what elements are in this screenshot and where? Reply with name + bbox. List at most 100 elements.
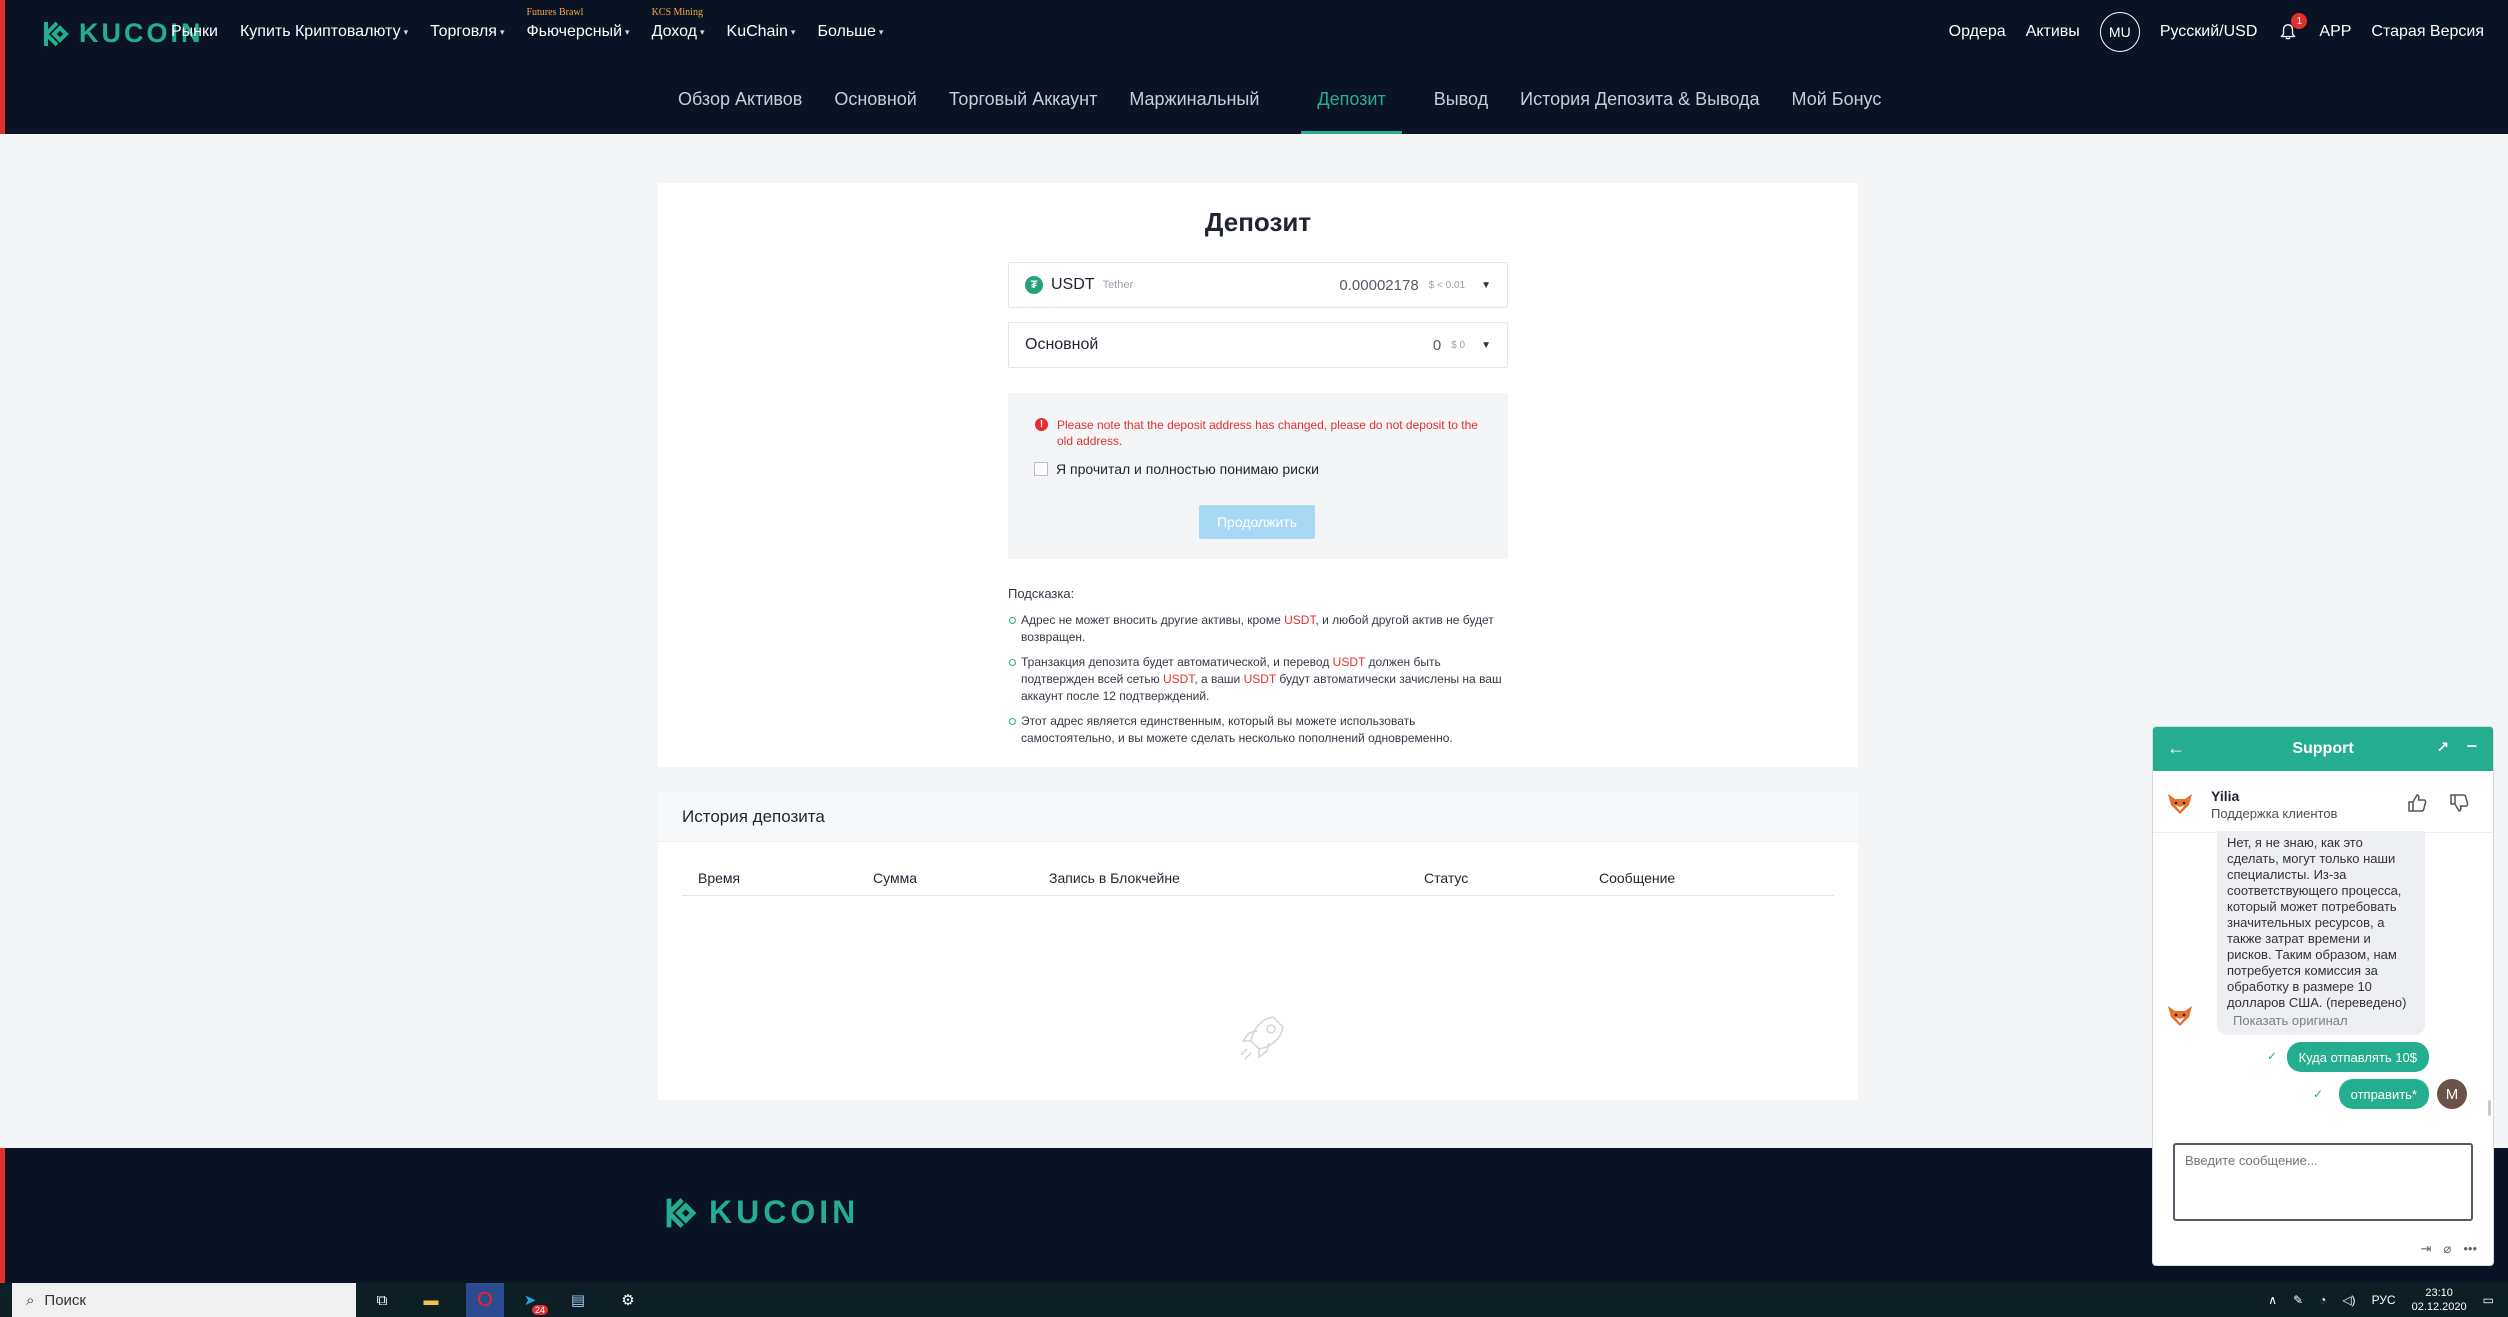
windows-taskbar: ⌕ Поиск ⧉ ▬ O ➤ 24 ▤ ⚙ ∧ ✎ ◔ ◁) РУС 23:10… — [0, 1283, 2508, 1317]
user-message: Куда отпавлять 10$ — [2286, 1042, 2429, 1072]
agent-role: Поддержка клиентов — [2211, 806, 2338, 821]
tray-chevron-up-icon[interactable]: ∧ — [2268, 1293, 2277, 1307]
task-view-icon[interactable]: ⧉ — [370, 1289, 394, 1311]
popout-icon[interactable]: ↗ — [2436, 738, 2449, 756]
tab-margin[interactable]: Маржинальный — [1129, 64, 1259, 134]
account-subnav: Обзор Активов Основной Торговый Аккаунт … — [0, 64, 2508, 134]
nav-old-version[interactable]: Старая Версия — [2371, 23, 2484, 41]
footer: KUCOIN — [0, 1148, 2508, 1283]
nav-assets[interactable]: Активы — [2026, 23, 2080, 41]
clock-time: 23:10 — [2425, 1287, 2453, 1299]
support-chat-widget: ← Support ↗ − Yilia Поддержка клиентов Н… — [2152, 726, 2494, 1266]
hint-coin: USDT — [1243, 672, 1277, 686]
page-title: Депозит — [1204, 207, 1312, 237]
nav-kuchain[interactable]: KuChain ▾ — [727, 23, 796, 41]
support-header: ← Support ↗ − — [2153, 727, 2493, 771]
nav-markets[interactable]: Рынки — [171, 23, 218, 41]
nav-buy-crypto-label: Купить Криптовалюту — [239, 23, 401, 40]
tab-assets-overview[interactable]: Обзор Активов — [678, 64, 802, 134]
continue-button[interactable]: Продолжить — [1199, 505, 1315, 539]
hint-title: Подсказка: — [1008, 586, 1075, 601]
chevron-down-icon: ▾ — [403, 26, 409, 37]
footer-logo[interactable]: KUCOIN — [663, 1194, 859, 1231]
account-selector[interactable]: Основной 0 $ 0 ▼ — [1008, 322, 1508, 368]
back-arrow-icon[interactable]: ← — [2167, 738, 2185, 759]
system-clock[interactable]: 23:10 02.12.2020 — [2412, 1286, 2467, 1314]
thumbs-down-icon[interactable] — [2447, 791, 2471, 815]
chat-message-input[interactable] — [2173, 1143, 2473, 1221]
user-nav: Ордера Активы MU Русский/USD 1 APP Стара… — [1949, 0, 2484, 64]
delivered-check-icon: ✓ — [2313, 1087, 2324, 1101]
taskbar-search[interactable]: ⌕ Поиск — [12, 1283, 356, 1317]
tab-withdraw[interactable]: Вывод — [1434, 64, 1488, 134]
coin-name: Tether — [1102, 279, 1134, 291]
tab-deposit[interactable]: Депозит — [1301, 64, 1403, 134]
opera-glyph: O — [477, 1288, 493, 1311]
nav-futures-promo: Futures Brawl — [526, 7, 584, 18]
thumbs-up-icon[interactable] — [2405, 791, 2429, 815]
system-tray: ∧ ✎ ◔ ◁) РУС 23:10 02.12.2020 ▭ — [2268, 1283, 2508, 1317]
volume-icon[interactable]: ◁) — [2342, 1293, 2355, 1307]
tab-main-account[interactable]: Основной — [834, 64, 917, 134]
tab-deposit-withdraw-history[interactable]: История Депозита & Вывода — [1520, 64, 1759, 134]
tether-icon: ₮ — [1025, 276, 1043, 294]
notifications-bell[interactable]: 1 — [2277, 13, 2308, 43]
notepad-icon[interactable]: ▤ — [566, 1289, 590, 1311]
tab-trading-account[interactable]: Торговый Аккаунт — [949, 64, 1098, 134]
chat-scrollbar[interactable] — [2488, 1100, 2491, 1116]
nav-buy-crypto[interactable]: Купить Криптовалюту ▾ — [240, 23, 408, 41]
nav-trade[interactable]: Торговля ▾ — [430, 23, 504, 41]
opera-browser-icon[interactable]: O — [466, 1283, 504, 1317]
more-icon[interactable]: ••• — [2463, 1241, 2477, 1257]
nav-more[interactable]: Больше ▾ — [817, 23, 883, 41]
fox-avatar-icon — [2168, 794, 2192, 814]
account-balance-usd: $ 0 — [1451, 339, 1466, 351]
coin-selector[interactable]: ₮ USDT Tether 0.00002178 $ < 0.01 ▼ — [1008, 262, 1508, 308]
account-balance: 0 — [1432, 336, 1442, 354]
exit-chat-icon[interactable]: ⇥ — [2421, 1241, 2432, 1257]
nav-orders[interactable]: Ордера — [1949, 23, 2006, 41]
caret-down-icon: ▼ — [1481, 279, 1491, 291]
nav-app[interactable]: APP — [2319, 23, 2351, 41]
pen-icon[interactable]: ✎ — [2293, 1293, 2303, 1307]
input-language[interactable]: РУС — [2372, 1293, 2396, 1307]
nav-kuchain-label: KuChain — [726, 23, 788, 40]
risk-checkbox[interactable] — [1034, 462, 1048, 476]
notification-count-badge: 1 — [2291, 13, 2308, 29]
deposit-card: Депозит ₮ USDT Tether 0.00002178 $ < 0.0… — [658, 183, 1858, 767]
tab-my-bonus[interactable]: Мой Бонус — [1792, 64, 1882, 134]
col-time: Время — [698, 870, 741, 886]
taskbar-search-placeholder: Поиск — [44, 1291, 86, 1309]
risk-checkbox-row[interactable]: Я прочитал и полностью понимаю риски — [1034, 461, 1319, 477]
agent-message: Нет, я не знаю, как это сделать, могут т… — [2217, 831, 2425, 1035]
file-explorer-icon[interactable]: ▬ — [419, 1289, 443, 1311]
language-currency-selector[interactable]: Русский/USD — [2160, 23, 2258, 41]
deposit-hints: Подсказка: Адрес не может вносить другие… — [1008, 585, 1508, 755]
chevron-down-icon: ▾ — [790, 26, 796, 37]
nav-earn-label: Доход — [651, 23, 697, 40]
chevron-down-icon: ▾ — [700, 26, 705, 37]
deposit-history-card: История депозита Время Сумма Запись в Бл… — [658, 792, 1858, 1100]
minimize-icon[interactable]: − — [2466, 736, 2477, 757]
chevron-down-icon: ▾ — [878, 26, 884, 37]
user-avatar[interactable]: MU — [2099, 12, 2140, 52]
nav-earn[interactable]: KCS Mining Доход ▾ — [651, 7, 705, 41]
nav-futures-label: Фьючерсный — [526, 23, 623, 40]
history-title: История депозита — [658, 792, 1858, 842]
show-original-link[interactable]: Показать оригинал — [2227, 1013, 2415, 1029]
hint-text: Этот адрес является единственным, которы… — [1021, 714, 1453, 745]
agent-info: Yilia Поддержка клиентов — [2153, 771, 2493, 833]
telegram-icon[interactable]: ➤ 24 — [518, 1289, 548, 1315]
wifi-icon[interactable]: ◔ — [2319, 1293, 2326, 1307]
hint-text: Адрес не может вносить другие активы, кр… — [1021, 613, 1285, 627]
attachment-icon[interactable]: ⌀ — [2444, 1241, 2452, 1257]
kucoin-logo-icon — [44, 21, 69, 46]
footer-logo-text: KUCOIN — [709, 1194, 860, 1230]
notification-center-icon[interactable]: ▭ — [2483, 1293, 2494, 1307]
nav-more-label: Больше — [817, 23, 876, 40]
col-blockchain-record: Запись в Блокчейне — [1049, 870, 1180, 886]
settings-gear-icon[interactable]: ⚙ — [616, 1289, 640, 1311]
nav-markets-label: Рынки — [171, 23, 218, 40]
nav-futures[interactable]: Futures Brawl Фьючерсный ▾ — [526, 7, 629, 41]
risk-warning-box: ! Please note that the deposit address h… — [1008, 393, 1508, 559]
